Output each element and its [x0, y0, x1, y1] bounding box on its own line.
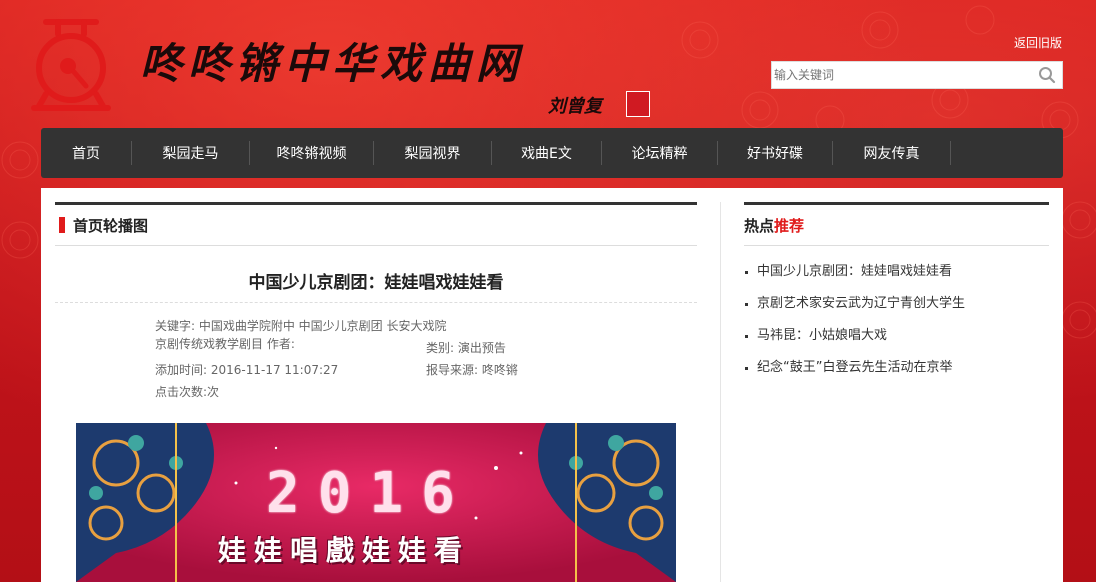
nav-item-liyuan-shijie[interactable]: 梨园视界 — [374, 141, 492, 165]
article-title[interactable]: 中国少儿京剧团：娃娃唱戏娃娃看 — [55, 268, 697, 303]
poster-year: 2016 — [266, 461, 473, 526]
hot-header: 热点推荐 — [744, 202, 1049, 246]
nav-item-netizen[interactable]: 网友传真 — [833, 141, 951, 165]
nav-item-video[interactable]: 咚咚锵视频 — [250, 141, 374, 165]
hot-list-item[interactable]: 马祎昆：小姑娘唱大戏 — [744, 320, 1049, 352]
article-category: 类别: 演出预告 — [426, 341, 506, 355]
search-input[interactable] — [772, 62, 1034, 88]
article-keywords: 关键字: 中国戏曲学院附中 中国少儿京剧团 长安大戏院 京剧传统戏教学剧目 作者… — [155, 319, 447, 351]
poster-subtitle: 娃娃唱戲娃娃看 — [218, 534, 471, 567]
carousel-poster-image[interactable]: 2016 娃娃唱戲娃娃看 — [76, 423, 676, 582]
main-nav: 首页 梨园走马 咚咚锵视频 梨园视界 戏曲E文 论坛精粹 好书好碟 网友传真 — [41, 128, 1063, 178]
nav-item-books[interactable]: 好书好碟 — [718, 141, 833, 165]
hot-list-item[interactable]: 京剧艺术家安云武为辽宁青创大学生 — [744, 288, 1049, 320]
article-source: 报导来源: 咚咚锵 — [426, 363, 518, 377]
search-icon[interactable] — [1038, 66, 1056, 84]
calligraphy-signature: 刘曾复 — [548, 96, 602, 117]
hot-recommend-section: 热点推荐 中国少儿京剧团：娃娃唱戏娃娃看 京剧艺术家安云武为辽宁青创大学生 马祎… — [744, 202, 1049, 384]
nav-item-forum[interactable]: 论坛精粹 — [602, 141, 718, 165]
carousel-section: 首页轮播图 中国少儿京剧团：娃娃唱戏娃娃看 关键字: 中国戏曲学院附中 中国少儿… — [55, 202, 697, 403]
drum-logo-icon[interactable] — [30, 16, 112, 114]
main-panel: 首页轮播图 中国少儿京剧团：娃娃唱戏娃娃看 关键字: 中国戏曲学院附中 中国少儿… — [41, 188, 1063, 582]
column-divider — [720, 202, 721, 582]
article-clicks: 点击次数:次 — [155, 385, 220, 399]
article-author: 作者: — [266, 337, 295, 351]
seal-stamp — [626, 91, 650, 117]
article-time: 添加时间: 2016-11-17 11:07:27 — [155, 363, 339, 377]
site-title: 咚咚锵中华戏曲网 — [140, 39, 525, 88]
hot-list: 中国少儿京剧团：娃娃唱戏娃娃看 京剧艺术家安云武为辽宁青创大学生 马祎昆：小姑娘… — [744, 256, 1049, 384]
hot-list-item[interactable]: 中国少儿京剧团：娃娃唱戏娃娃看 — [744, 256, 1049, 288]
section-title: 首页轮播图 — [73, 216, 149, 235]
article-meta: 关键字: 中国戏曲学院附中 中国少儿京剧团 长安大戏院 京剧传统戏教学剧目 作者… — [55, 303, 697, 403]
nav-item-liyuan-zouma[interactable]: 梨园走马 — [132, 141, 250, 165]
search-box — [771, 61, 1063, 89]
hot-list-item[interactable]: 纪念“鼓王”白登云先生活动在京举 — [744, 352, 1049, 384]
section-marker — [59, 217, 65, 233]
hot-title: 热点推荐 — [744, 216, 805, 235]
old-version-link[interactable]: 返回旧版 — [1014, 34, 1062, 51]
nav-item-xiqu-ewen[interactable]: 戏曲E文 — [492, 141, 602, 165]
section-header: 首页轮播图 — [55, 202, 697, 246]
nav-item-home[interactable]: 首页 — [41, 141, 132, 165]
